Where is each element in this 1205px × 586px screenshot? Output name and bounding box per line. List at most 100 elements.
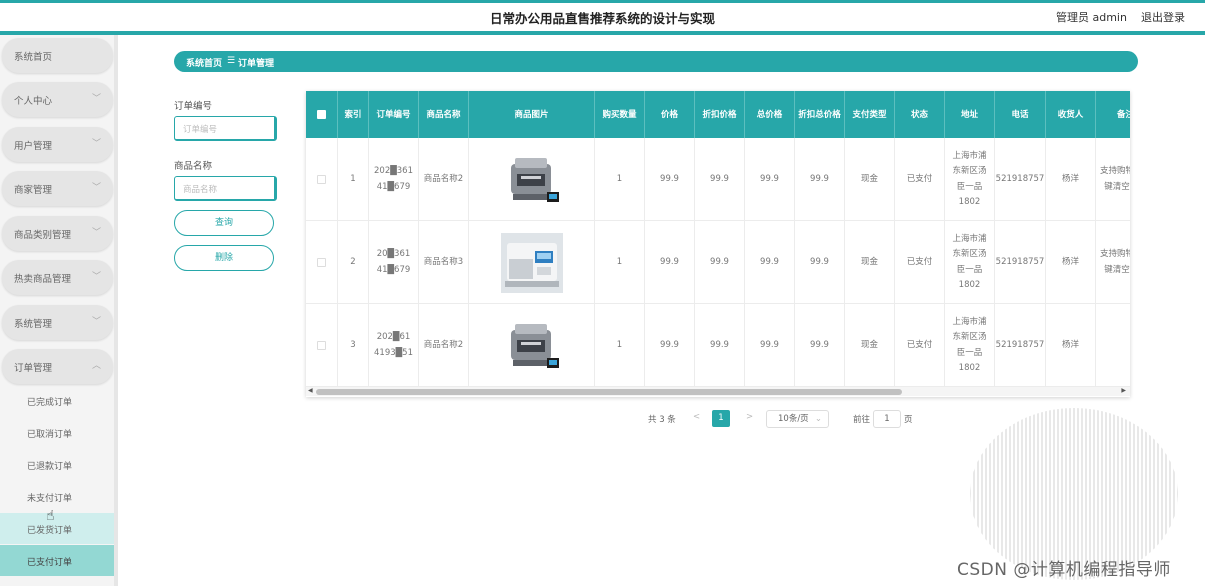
cell-order-no: 202█61 4193█51 bbox=[369, 304, 419, 387]
sidebar-item-hot-products[interactable]: 热卖商品管理 ﹀ bbox=[2, 260, 113, 295]
sidebar-item-categories[interactable]: 商品类别管理 ﹀ bbox=[2, 216, 113, 251]
header: 日常办公用品直售推荐系统的设计与实现 管理员 admin 退出登录 bbox=[0, 3, 1205, 31]
column-header: 订单编号 bbox=[369, 91, 419, 138]
cell-remark: 支持购物车一键清空模式 bbox=[1096, 138, 1130, 221]
cell-remark: 支持购物车一键清空模式 bbox=[1096, 221, 1130, 304]
cell-price: 99.9 bbox=[645, 221, 695, 304]
watermark: CSDN @计算机编程指导师 bbox=[957, 560, 1171, 580]
sidebar-subitem-refunded[interactable]: 已退款订单 bbox=[0, 449, 114, 480]
row-checkbox[interactable] bbox=[306, 221, 338, 304]
cell-image bbox=[469, 138, 595, 221]
sidebar-subitem-completed[interactable]: 已完成订单 bbox=[0, 385, 114, 416]
sidebar-item-label: 订单管理 bbox=[14, 363, 53, 374]
chevron-down-icon: ﹀ bbox=[91, 317, 101, 327]
pagination-prev-button[interactable]: < bbox=[693, 412, 700, 432]
pagination-next-button[interactable]: > bbox=[746, 412, 753, 432]
breadcrumb-home[interactable]: 系统首页 bbox=[186, 56, 222, 69]
sidebar-subitem-paid[interactable]: 已支付订单 bbox=[0, 545, 114, 576]
column-header: 地址 bbox=[945, 91, 995, 138]
cell-receiver: 杨洋 bbox=[1046, 221, 1096, 304]
scrollbar-thumb[interactable] bbox=[316, 389, 902, 395]
sidebar-item-label: 用户管理 bbox=[14, 141, 53, 152]
cell-address: 上海市浦东新区汤臣一品1802 bbox=[945, 138, 995, 221]
cell-address: 上海市浦东新区汤臣一品1802 bbox=[945, 304, 995, 387]
sidebar-subitem-label: 已发货订单 bbox=[27, 526, 73, 536]
table-row[interactable]: 3 202█61 4193█51 商品名称2 1 99.9 99.9 99.9 … bbox=[306, 304, 1130, 387]
cell-product: 商品名称2 bbox=[419, 138, 469, 221]
cell-pay-type: 现金 bbox=[845, 304, 895, 387]
page-title: 日常办公用品直售推荐系统的设计与实现 bbox=[489, 11, 715, 26]
horizontal-scrollbar[interactable]: ◀ ▶ bbox=[306, 387, 1130, 396]
sidebar-item-system[interactable]: 系统管理 ﹀ bbox=[2, 305, 113, 340]
breadcrumb: 系统首页 ☰ 订单管理 bbox=[174, 51, 1138, 72]
row-checkbox[interactable] bbox=[306, 304, 338, 387]
header-divider bbox=[0, 31, 1205, 35]
product-name-input[interactable] bbox=[183, 180, 278, 200]
column-header: 状态 bbox=[895, 91, 945, 138]
cell-status: 已支付 bbox=[895, 221, 945, 304]
column-header: 折扣价格 bbox=[695, 91, 745, 138]
order-no-label: 订单编号 bbox=[174, 101, 213, 112]
hand-cursor-icon: ☝ bbox=[46, 508, 55, 524]
cell-receiver: 杨洋 bbox=[1046, 138, 1096, 221]
sidebar-item-users[interactable]: 用户管理 ﹀ bbox=[2, 127, 113, 162]
scroll-right-icon[interactable]: ▶ bbox=[1121, 387, 1126, 394]
cell-index: 2 bbox=[338, 221, 369, 304]
sidebar-subitem-label: 已退款订单 bbox=[27, 462, 73, 472]
scroll-left-icon[interactable]: ◀ bbox=[308, 387, 313, 394]
column-header: 支付类型 bbox=[845, 91, 895, 138]
sidebar-item-merchants[interactable]: 商家管理 ﹀ bbox=[2, 171, 113, 206]
sidebar-item-label: 商品类别管理 bbox=[14, 230, 72, 241]
delete-button[interactable]: 删除 bbox=[174, 245, 274, 271]
cell-total: 99.9 bbox=[745, 221, 795, 304]
product-name-label: 商品名称 bbox=[174, 161, 213, 172]
chevron-down-icon: ﹀ bbox=[91, 272, 101, 282]
sidebar-item-orders[interactable]: 订单管理 ︿ bbox=[2, 349, 113, 384]
column-header: 商品图片 bbox=[469, 91, 595, 138]
page-size-value: 10条/页 bbox=[778, 414, 809, 424]
order-no-input[interactable] bbox=[183, 120, 278, 140]
cell-status: 已支付 bbox=[895, 304, 945, 387]
chevron-down-icon: ﹀ bbox=[91, 183, 101, 193]
sidebar-item-label: 热卖商品管理 bbox=[14, 274, 72, 285]
decorative-stripe-circle: /* static stripes */ bbox=[970, 408, 1178, 580]
sidebar-subitem-shipped[interactable]: 已发货订单 bbox=[0, 513, 114, 544]
orders-table: 索引 订单编号 商品名称 商品图片 购买数量 价格 折扣价格 总价格 折扣总价格… bbox=[306, 91, 1130, 397]
column-header: 商品名称 bbox=[419, 91, 469, 138]
order-no-field[interactable] bbox=[174, 116, 278, 141]
cell-phone: 15219187575 bbox=[995, 138, 1046, 221]
logout-link[interactable]: 退出登录 bbox=[1141, 9, 1185, 25]
cell-discount-price: 99.9 bbox=[695, 304, 745, 387]
cell-price: 99.9 bbox=[645, 304, 695, 387]
pagination-page-1[interactable]: 1 bbox=[712, 410, 730, 427]
table-row[interactable]: 2 20█361 41█679 商品名称3 1 99.9 99.9 99.9 9… bbox=[306, 221, 1130, 304]
query-button[interactable]: 查询 bbox=[174, 210, 274, 236]
product-name-field[interactable] bbox=[174, 176, 278, 201]
sidebar: 系统首页 个人中心 ﹀ 用户管理 ﹀ 商家管理 ﹀ 商品类别管理 ﹀ 热卖商品管… bbox=[0, 35, 118, 586]
pagination-goto-input[interactable]: 1 bbox=[873, 410, 901, 428]
column-header: 索引 bbox=[338, 91, 369, 138]
breadcrumb-separator-icon: ☰ bbox=[227, 56, 236, 66]
sidebar-item-profile[interactable]: 个人中心 ﹀ bbox=[2, 82, 113, 117]
column-header: 备注 bbox=[1096, 91, 1130, 138]
admin-label: 管理员 admin bbox=[1056, 11, 1127, 24]
cell-phone: 15219187575 bbox=[995, 221, 1046, 304]
table-row[interactable]: 1 202█361 41█679 商品名称2 1 99.9 99.9 99.9 … bbox=[306, 138, 1130, 221]
cell-receiver: 杨洋 bbox=[1046, 304, 1096, 387]
row-checkbox[interactable] bbox=[306, 138, 338, 221]
header-select-all-checkbox[interactable] bbox=[306, 91, 338, 138]
sidebar-item-home[interactable]: 系统首页 bbox=[2, 38, 113, 73]
cell-discount-price: 99.9 bbox=[695, 221, 745, 304]
cell-total: 99.9 bbox=[745, 304, 795, 387]
cell-order-no: 20█361 41█679 bbox=[369, 221, 419, 304]
cell-status: 已支付 bbox=[895, 138, 945, 221]
sidebar-subitem-cancelled[interactable]: 已取消订单 bbox=[0, 417, 114, 448]
breadcrumb-current: 订单管理 bbox=[238, 59, 275, 69]
cell-image bbox=[469, 221, 595, 304]
sidebar-subitem-unpaid[interactable]: 未支付订单 bbox=[0, 481, 114, 512]
column-header: 购买数量 bbox=[595, 91, 645, 138]
sidebar-subitem-label: 未支付订单 bbox=[27, 494, 73, 504]
cell-remark bbox=[1096, 304, 1130, 387]
column-header: 总价格 bbox=[745, 91, 795, 138]
pagination-page-size-select[interactable]: 10条/页 ⌄ bbox=[766, 410, 829, 428]
